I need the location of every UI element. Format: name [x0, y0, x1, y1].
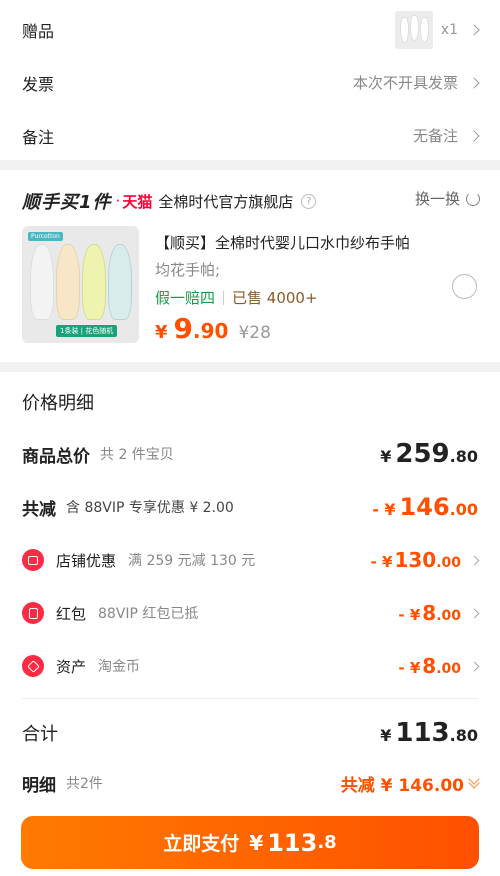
price-symbol: ¥: [155, 322, 168, 343]
currency-symbol: ¥: [380, 726, 392, 745]
product-price: ¥ 9 .90 ¥28: [155, 312, 271, 345]
store-discount-label: 店铺优惠: [56, 551, 117, 570]
red-packet-desc: 88VIP 红包已抵: [98, 606, 199, 622]
minus-currency: - ¥: [372, 500, 396, 519]
invoice-row[interactable]: 发票 本次不开具发票: [0, 56, 500, 109]
coin-tag-icon: [22, 655, 44, 677]
badge-divider: [223, 290, 225, 305]
breakdown-label: 明细: [22, 775, 56, 796]
tmall-logo: 天猫: [122, 192, 153, 211]
refresh-icon: [466, 191, 480, 206]
amount-integer: 146: [399, 493, 450, 521]
discount-desc: 含 88VIP 专享优惠 ¥ 2.00: [66, 500, 234, 516]
red-packet-value: - ¥ 8 .00: [398, 601, 461, 625]
remark-row[interactable]: 备注 无备注: [0, 109, 500, 162]
product-variant: 均花手帕;: [155, 261, 221, 279]
chevron-right-icon: [469, 661, 480, 671]
discount-row: 共减 含 88VIP 专享优惠 ¥ 2.00 - ¥ 146 .00: [22, 491, 478, 523]
gift-thumbnail: [394, 10, 433, 49]
amount-decimal: .00: [436, 661, 461, 677]
total-value: ¥ 113 .80: [380, 718, 478, 748]
assets-row[interactable]: 资产 淘金币 - ¥ 8 .00: [22, 651, 480, 681]
store-name[interactable]: 全棉时代官方旗舰店: [158, 191, 293, 212]
total-row: 合计 ¥ 113 .80: [22, 716, 478, 750]
amount-integer: 113: [395, 718, 450, 748]
remark-value: 无备注: [412, 127, 458, 145]
amount-decimal: .00: [436, 608, 461, 624]
pay-integer: 113: [267, 828, 318, 857]
separator-dot: ·: [115, 192, 121, 210]
product-badges: 假一赔四 已售 4000+: [155, 287, 318, 308]
red-packet-label: 红包: [56, 604, 87, 623]
add-on-brand: 顺手买1件: [22, 192, 112, 213]
amount-decimal: .00: [436, 555, 461, 571]
amount-integer: 130: [394, 548, 437, 572]
red-packet-icon: [22, 602, 44, 624]
pay-currency: ¥: [249, 830, 264, 855]
pay-decimal: .8: [317, 832, 337, 853]
add-on-header: 顺手买1件 · 天猫 全棉时代官方旗舰店 ?: [22, 188, 317, 214]
price-integer: 9: [173, 312, 194, 345]
assets-label: 资产: [56, 657, 87, 676]
minus-currency: - ¥: [370, 553, 393, 571]
red-packet-row[interactable]: 红包 88VIP 红包已抵 - ¥ 8 .00: [22, 598, 480, 628]
gift-label: 赠品: [22, 21, 55, 41]
amount-decimal: .80: [449, 726, 478, 745]
store-icon: [22, 549, 44, 571]
order-options-card: 赠品 x1 发票 本次不开具发票 备注 无备注: [0, 0, 500, 160]
amount-integer: 8: [422, 654, 437, 678]
chevron-right-icon: [468, 129, 480, 142]
amount-decimal: .80: [449, 447, 478, 466]
swap-button[interactable]: 换一换: [415, 188, 480, 209]
subtotal-value: ¥ 259 .80: [380, 439, 478, 469]
chevron-right-icon: [468, 76, 480, 89]
subtotal-row: 商品总价 共 2 件宝贝 ¥ 259 .80: [22, 438, 478, 470]
minus-currency: - ¥: [398, 606, 421, 624]
breakdown-savings: 共减 ¥ 146.00: [340, 775, 464, 796]
guarantee-badge: 假一赔四: [155, 289, 216, 307]
minus-currency: - ¥: [398, 659, 421, 677]
assets-desc: 淘金币: [98, 659, 141, 675]
discount-label: 共减: [22, 499, 56, 520]
price-detail-title: 价格明细: [22, 393, 94, 414]
invoice-value: 本次不开具发票: [352, 74, 458, 92]
sold-count: 已售 4000+: [232, 289, 318, 307]
chevron-right-icon: [469, 608, 480, 618]
breakdown-desc: 共2件: [66, 776, 103, 792]
original-price: ¥28: [238, 323, 271, 343]
product-image[interactable]: Purcotton 1条装 | 花色随机: [22, 226, 139, 343]
question-icon[interactable]: ?: [301, 193, 317, 209]
double-chevron-down-icon: [468, 773, 480, 789]
subtotal-label: 商品总价: [22, 446, 90, 467]
product-title[interactable]: 【顺买】全棉时代婴儿口水巾纱布手帕: [155, 232, 410, 253]
amount-integer: 8: [422, 601, 437, 625]
discount-value: - ¥ 146 .00: [372, 493, 478, 521]
breakdown-row[interactable]: 明细 共2件 共减 ¥ 146.00: [22, 768, 480, 798]
add-product-radio[interactable]: [452, 274, 477, 299]
swap-label: 换一换: [414, 190, 460, 208]
remark-label: 备注: [22, 127, 55, 147]
invoice-label: 发票: [22, 74, 55, 94]
product-image-logo: Purcotton: [28, 232, 63, 241]
store-discount-value: - ¥ 130 .00: [371, 548, 461, 572]
pay-button-label: 立即支付: [163, 833, 240, 855]
chevron-right-icon: [468, 23, 480, 36]
store-discount-row[interactable]: 店铺优惠 满 259 元减 130 元 - ¥ 130 .00: [22, 545, 480, 575]
total-label: 合计: [22, 724, 58, 745]
chevron-right-icon: [469, 555, 480, 565]
total-divider: [22, 698, 478, 699]
breakdown-value: 共减 ¥ 146.00: [340, 771, 480, 796]
currency-symbol: ¥: [380, 447, 392, 466]
pay-now-button[interactable]: 立即支付 ¥ 113 .8: [21, 816, 479, 869]
assets-value: - ¥ 8 .00: [398, 654, 461, 678]
store-discount-desc: 满 259 元减 130 元: [128, 553, 256, 569]
amount-decimal: .00: [449, 500, 478, 519]
product-image-tag: 1条装 | 花色随机: [56, 325, 118, 337]
price-decimal: .90: [193, 319, 229, 343]
subtotal-desc: 共 2 件宝贝: [100, 447, 174, 463]
gift-row[interactable]: 赠品 x1: [0, 3, 500, 56]
gift-qty: x1: [440, 21, 458, 38]
amount-integer: 259: [395, 439, 450, 469]
